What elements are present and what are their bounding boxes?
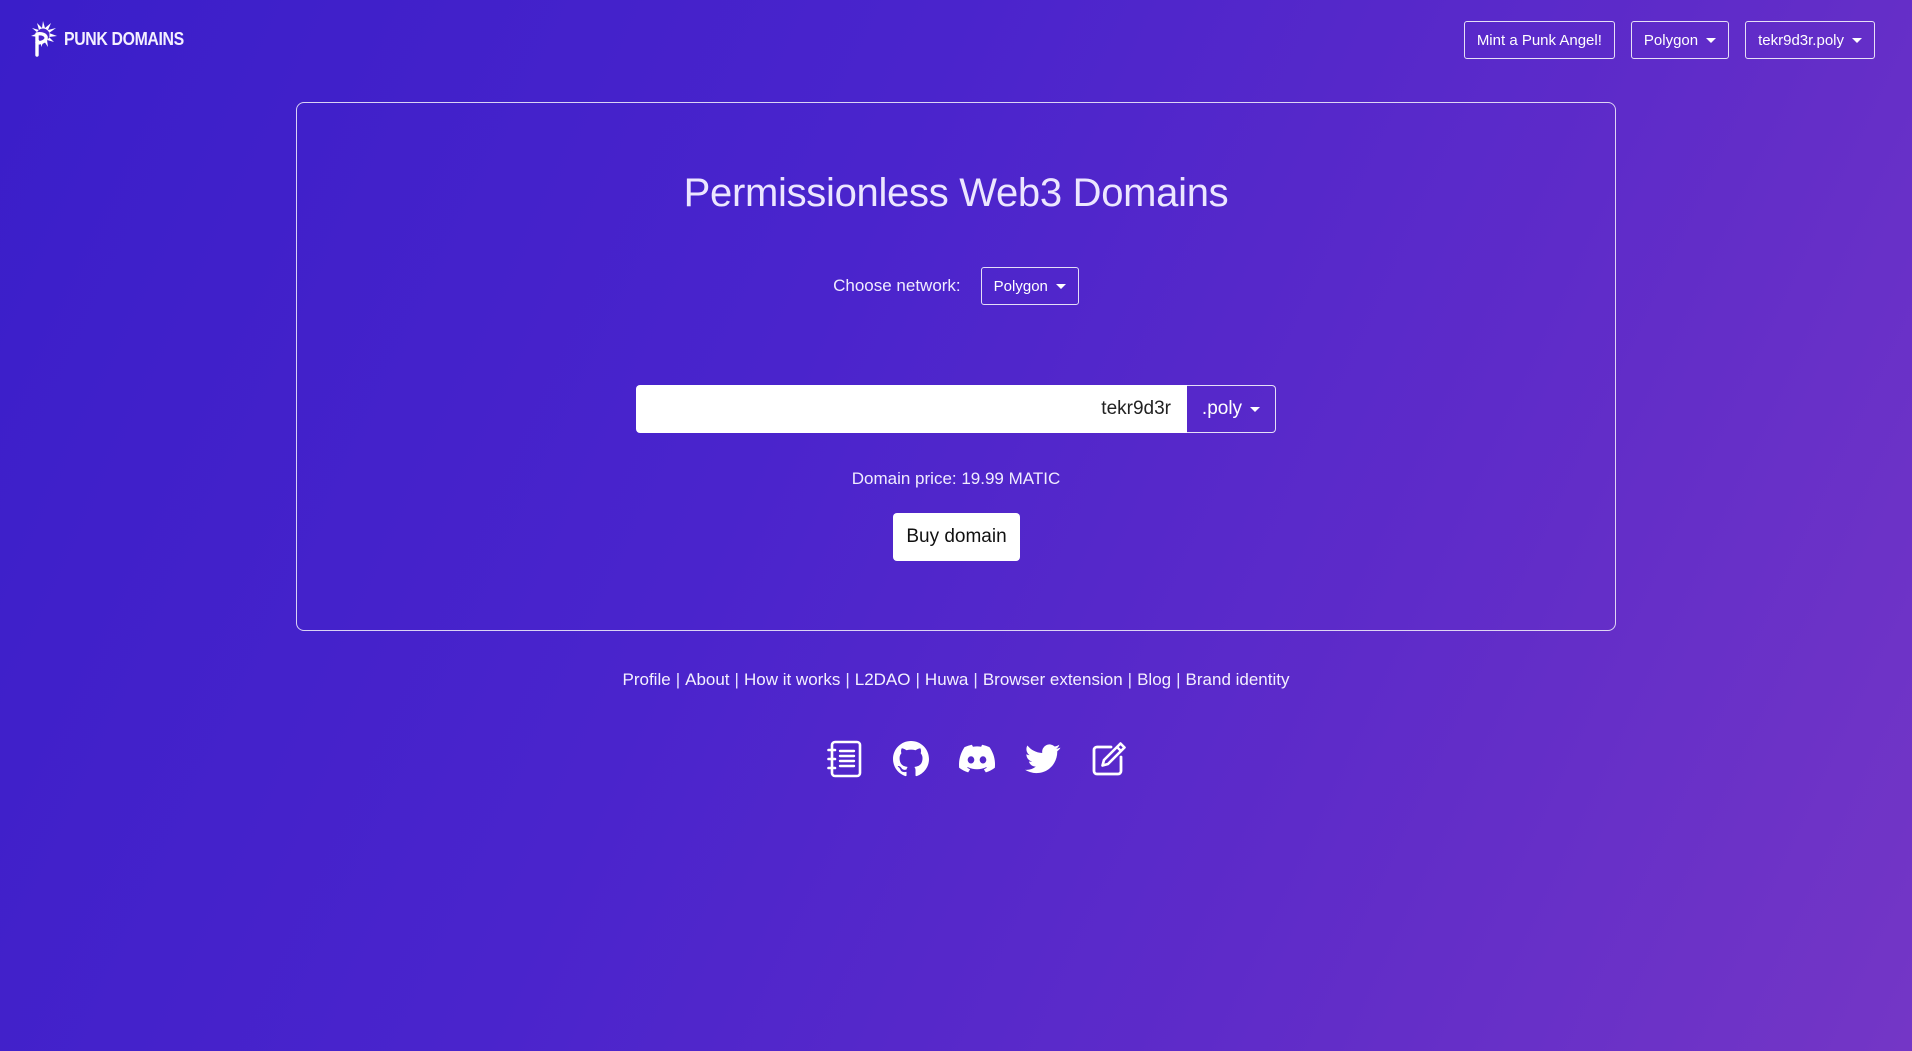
chevron-down-icon <box>1250 406 1261 412</box>
footer-links: Profile | About | How it works | L2DAO | Huwa | Br… <box>0 670 1912 690</box>
footer-link-brand-identity[interactable]: Brand identity <box>1186 670 1290 689</box>
social-links <box>0 740 1912 778</box>
network-chooser: Choose network: Polygon <box>297 267 1615 305</box>
page-title: Permissionless Web3 Domains <box>683 171 1229 215</box>
domain-price-text: Domain price: 19.99 MATIC <box>851 469 1061 488</box>
footer-link-browser-extension[interactable]: Browser extension <box>983 670 1123 689</box>
top-navbar: PUNK DOMAINS Mint a Punk Angel! Polygon … <box>0 0 1912 80</box>
tld-dropdown-label: .poly <box>1201 398 1243 419</box>
discord-icon[interactable] <box>959 740 995 778</box>
mint-punk-angel-button[interactable]: Mint a Punk Angel! <box>1463 21 1615 59</box>
edit-icon[interactable] <box>1091 740 1127 778</box>
footer-link-how-it-works[interactable]: How it works <box>744 670 840 689</box>
account-dropdown-label: tekr9d3r.poly <box>1758 31 1844 49</box>
twitter-icon[interactable] <box>1025 740 1061 778</box>
mint-punk-angel-label: Mint a Punk Angel! <box>1476 31 1602 49</box>
footer-separator: | <box>675 670 681 689</box>
footer-separator: | <box>845 670 850 689</box>
chevron-down-icon <box>1852 37 1862 43</box>
footer-link-profile[interactable]: Profile <box>623 670 671 689</box>
domain-search-card: Permissionless Web3 Domains Choose netwo… <box>296 102 1616 631</box>
footer-separator: | <box>1127 670 1133 689</box>
domain-input-group: .poly <box>636 385 1276 433</box>
footer-link-blog[interactable]: Blog <box>1137 670 1171 689</box>
buy-domain-button[interactable]: Buy domain <box>893 513 1020 561</box>
chevron-down-icon <box>1706 37 1717 43</box>
notebook-icon[interactable] <box>827 740 863 778</box>
account-dropdown-button[interactable]: tekr9d3r.poly <box>1745 21 1875 59</box>
github-icon[interactable] <box>893 740 929 778</box>
network-select-label: Polygon <box>993 277 1048 295</box>
network-chooser-label: Choose network: <box>833 276 961 295</box>
network-dropdown-label: Polygon <box>1643 31 1699 49</box>
network-dropdown-button[interactable]: Polygon <box>1630 21 1730 59</box>
domain-name-input[interactable] <box>636 385 1187 433</box>
navbar-actions: Mint a Punk Angel! Polygon tekr9d3r.poly <box>1463 21 1875 59</box>
footer-link-l2dao[interactable]: L2DAO <box>855 670 911 689</box>
footer-separator: | <box>734 670 739 689</box>
footer-link-huwa[interactable]: Huwa <box>925 670 968 689</box>
chevron-down-icon <box>1055 283 1066 289</box>
footer-link-about[interactable]: About <box>685 670 729 689</box>
footer-separator: | <box>973 670 978 689</box>
brand-name: PUNK DOMAINS <box>64 28 184 49</box>
network-select-button[interactable]: Polygon <box>980 267 1079 305</box>
punk-domains-logo-icon <box>31 21 57 57</box>
tld-dropdown-button[interactable]: .poly <box>1187 385 1276 433</box>
footer-separator: | <box>1176 670 1181 689</box>
brand-home-link[interactable]: PUNK DOMAINS <box>28 21 200 57</box>
footer-separator: | <box>915 670 920 689</box>
